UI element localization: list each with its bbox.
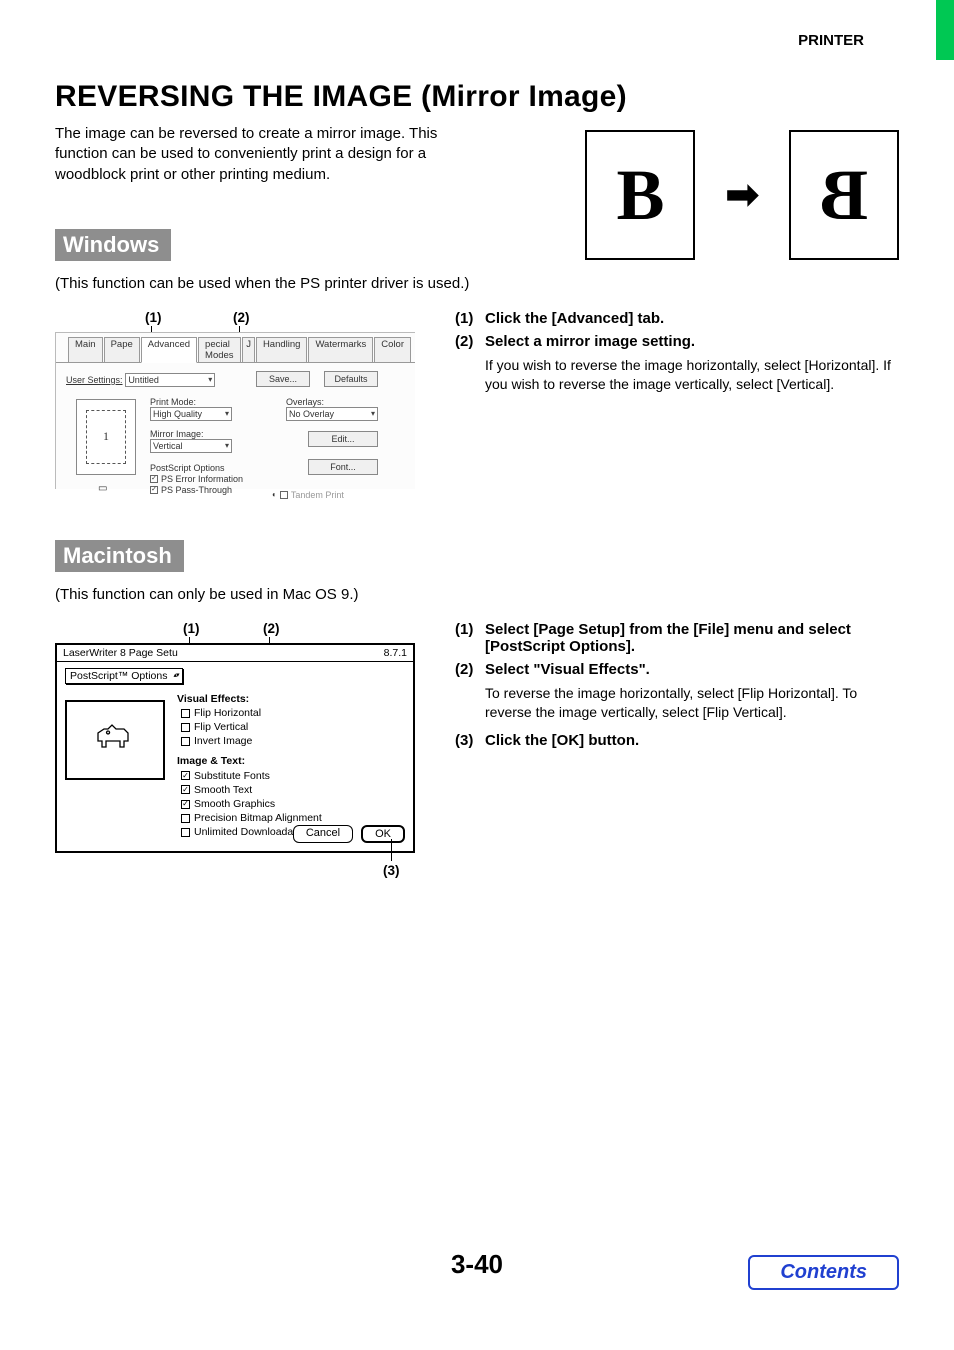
mac-instructions: (1) Select [Page Setup] from the [File] … <box>455 621 899 755</box>
smooth-text-checkbox[interactable]: ✓Smooth Text <box>181 783 336 797</box>
image-text-group: Image & Text: <box>177 754 336 768</box>
overlays-label: Overlays: <box>286 397 378 407</box>
ps-options-label: PostScript Options <box>150 463 243 473</box>
windows-instructions: (1) Click the [Advanced] tab. (2) Select… <box>455 310 899 404</box>
header-green-bar <box>936 0 954 60</box>
mac-titlebar: LaserWriter 8 Page Setu 8.7.1 <box>57 645 413 662</box>
page-title: REVERSING THE IMAGE (Mirror Image) <box>55 80 899 114</box>
mirror-figure: B ➡ B <box>585 130 899 260</box>
contents-link[interactable]: Contents <box>748 1255 899 1290</box>
mirror-image-label: Mirror Image: <box>150 429 232 439</box>
callout-line <box>391 839 392 861</box>
windows-note: (This function can be used when the PS p… <box>55 275 899 292</box>
tab-watermarks[interactable]: Watermarks <box>308 337 373 363</box>
overlays-select[interactable]: No Overlay <box>286 407 378 421</box>
edit-button[interactable]: Edit... <box>308 431 378 447</box>
print-preview: 1 <box>76 399 136 475</box>
mirror-image-select[interactable]: Vertical <box>150 439 232 453</box>
instr-num: (1) <box>455 621 485 655</box>
instr-num: (2) <box>455 333 485 350</box>
header-label: PRINTER <box>798 32 864 49</box>
tab-advanced[interactable]: Advanced <box>141 337 197 363</box>
flip-vertical-checkbox[interactable]: Flip Vertical <box>181 720 336 734</box>
print-mode-label: Print Mode: <box>150 397 232 407</box>
ps-error-checkbox[interactable]: ✓PS Error Information <box>150 474 243 484</box>
tab-paper[interactable]: Pape <box>104 337 140 363</box>
instr-sub: To reverse the image horizontally, selec… <box>485 684 899 722</box>
mac-callout-3: (3) <box>383 863 400 878</box>
ps-pass-checkbox[interactable]: ✓PS Pass-Through <box>150 485 243 495</box>
instr-heading: Click the [Advanced] tab. <box>485 310 664 327</box>
instr-heading: Select a mirror image setting. <box>485 333 695 350</box>
page-subtitle: The image can be reversed to create a mi… <box>55 124 475 185</box>
precision-bitmap-checkbox[interactable]: Precision Bitmap Alignment <box>181 811 336 825</box>
preview-page: 1 <box>86 410 126 464</box>
mirror-original: B <box>585 130 695 260</box>
instr-num: (1) <box>455 310 485 327</box>
save-button[interactable]: Save... <box>256 371 310 387</box>
win-callout-1: (1) <box>145 310 162 325</box>
mac-note: (This function can only be used in Mac O… <box>55 586 899 603</box>
mac-preview <box>65 700 165 780</box>
user-settings-label: User Settings: <box>66 375 123 385</box>
mac-title-left: LaserWriter 8 Page Setu <box>63 647 178 659</box>
font-button[interactable]: Font... <box>308 459 378 475</box>
invert-image-checkbox[interactable]: Invert Image <box>181 734 336 748</box>
mac-section-label: Macintosh <box>55 540 184 572</box>
mac-callout-2: (2) <box>263 621 280 636</box>
arrow-icon: ➡ <box>725 172 759 218</box>
win-callout-2: (2) <box>233 310 250 325</box>
tab-j[interactable]: J <box>242 337 255 363</box>
windows-screenshot: (1) (2) Main Pape Advanced pecial Modes … <box>55 310 415 500</box>
mac-title-right: 8.7.1 <box>384 647 407 659</box>
smooth-graphics-checkbox[interactable]: ✓Smooth Graphics <box>181 797 336 811</box>
instr-num: (3) <box>455 732 485 749</box>
tandem-label: Tandem Print <box>291 490 344 500</box>
tab-color[interactable]: Color <box>374 337 411 363</box>
user-settings-select[interactable]: Untitled <box>125 373 215 387</box>
mirror-reversed: B <box>789 130 899 260</box>
tab-special-modes[interactable]: pecial Modes <box>198 337 241 363</box>
defaults-button[interactable]: Defaults <box>324 371 378 387</box>
cancel-button[interactable]: Cancel <box>293 825 353 843</box>
tandem-checkbox[interactable]: ◐Tandem Print <box>272 490 344 500</box>
tab-handling[interactable]: Handling <box>256 337 308 363</box>
visual-effects-group: Visual Effects: <box>177 692 336 706</box>
ps-error-label: PS Error Information <box>161 474 243 484</box>
mac-screenshot: (1) (2) LaserWriter 8 Page Setu 8.7.1 Po… <box>55 621 415 891</box>
ok-button[interactable]: OK <box>361 825 405 843</box>
instr-heading: Select [Page Setup] from the [File] menu… <box>485 621 899 655</box>
flip-horizontal-checkbox[interactable]: Flip Horizontal <box>181 706 336 720</box>
instr-heading: Select "Visual Effects". <box>485 661 650 678</box>
print-mode-select[interactable]: High Quality <box>150 407 232 421</box>
instr-heading: Click the [OK] button. <box>485 732 639 749</box>
substitute-fonts-checkbox[interactable]: ✓Substitute Fonts <box>181 769 336 783</box>
instr-num: (2) <box>455 661 485 678</box>
win-tabs: Main Pape Advanced pecial Modes J Handli… <box>56 333 415 363</box>
postscript-options-select[interactable]: PostScript™ Options <box>65 668 183 684</box>
preview-mini-icon: ▭ <box>98 483 107 494</box>
mac-callout-1: (1) <box>183 621 200 636</box>
instr-sub: If you wish to reverse the image horizon… <box>485 356 899 394</box>
dog-icon <box>94 721 136 758</box>
windows-section-label: Windows <box>55 229 171 261</box>
ps-pass-label: PS Pass-Through <box>161 485 232 495</box>
tab-main[interactable]: Main <box>68 337 103 363</box>
